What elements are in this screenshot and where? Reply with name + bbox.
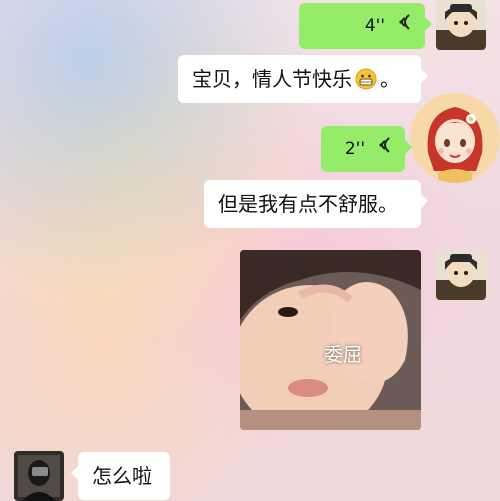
message-suffix: 。	[380, 67, 400, 91]
avatar-sender-anime[interactable]	[436, 250, 486, 300]
voice-wave-icon	[375, 135, 393, 164]
avatar-sender-girl[interactable]	[410, 93, 500, 183]
voice-message-bubble[interactable]: 2''	[321, 126, 412, 172]
voice-duration: 4''	[364, 16, 385, 36]
voice-message-bubble[interactable]: 4''	[299, 3, 432, 49]
avatar-sender-anime[interactable]	[436, 0, 486, 50]
message-text: 但是我有点不舒服。	[218, 192, 398, 216]
text-message-bubble[interactable]: 宝贝，情人节快乐 。	[178, 55, 428, 103]
text-message-bubble[interactable]: 怎么啦	[71, 452, 170, 500]
avatar-receiver[interactable]	[14, 451, 64, 501]
sticker-image[interactable]: 委屈	[240, 250, 421, 430]
message-text: 怎么啦	[92, 464, 152, 488]
grinning-face-icon	[355, 68, 377, 97]
message-text: 宝贝，情人节快乐	[192, 67, 352, 91]
sticker-caption: 委屈	[324, 344, 363, 366]
text-message-bubble[interactable]: 但是我有点不舒服。	[204, 180, 428, 228]
voice-duration: 2''	[344, 139, 365, 159]
voice-wave-icon	[395, 12, 413, 41]
